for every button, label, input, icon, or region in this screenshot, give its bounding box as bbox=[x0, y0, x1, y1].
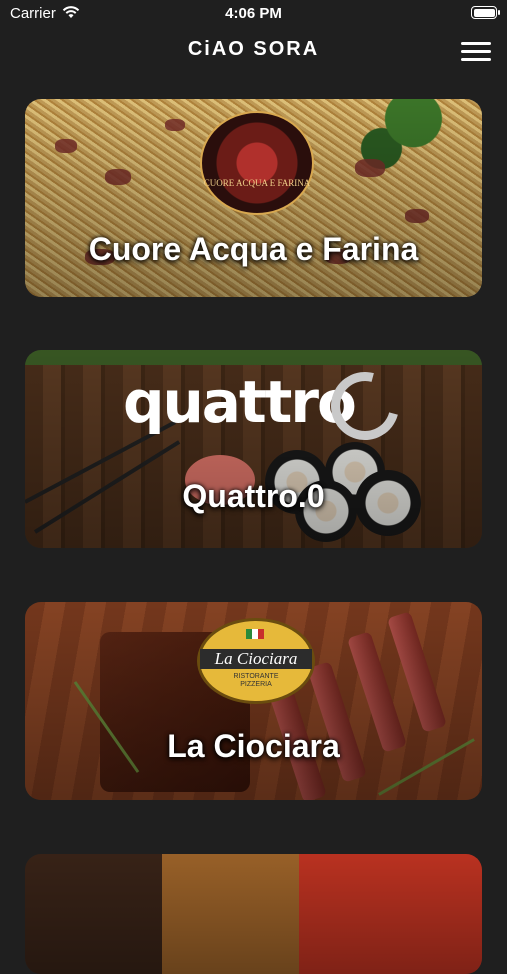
nav-bar: CiAO SORA bbox=[0, 30, 507, 75]
la-ciociara-logo-subtext: RISTORANTE PIZZERIA bbox=[200, 673, 312, 689]
clock: 4:06 PM bbox=[225, 5, 282, 22]
cuore-logo: CUORE ACQUA E FARINA bbox=[200, 111, 314, 215]
status-bar: Carrier 4:06 PM bbox=[0, 0, 507, 30]
quattro-logo: quattro bbox=[123, 368, 357, 436]
battery-icon bbox=[471, 6, 500, 19]
restaurant-card-la-ciociara[interactable]: La Ciociara RISTORANTE PIZZERIA La Cioci… bbox=[25, 602, 482, 800]
restaurant-name: La Ciociara bbox=[167, 728, 340, 764]
cuore-logo-text: CUORE ACQUA E FARINA bbox=[203, 178, 311, 188]
restaurant-card-partial[interactable] bbox=[25, 854, 482, 974]
app-title: CiAO SORA bbox=[187, 38, 320, 60]
logo-subtext-ristorante: RISTORANTE bbox=[233, 673, 279, 680]
restaurant-name: Cuore Acqua e Farina bbox=[88, 231, 419, 267]
hamburger-menu-icon[interactable] bbox=[461, 42, 491, 64]
la-ciociara-logo-text: La Ciociara bbox=[200, 649, 312, 669]
restaurant-card-quattro[interactable]: quattro Quattro.0 bbox=[25, 350, 482, 548]
la-ciociara-logo: La Ciociara RISTORANTE PIZZERIA bbox=[197, 618, 315, 704]
restaurant-name: Quattro.0 bbox=[182, 478, 325, 514]
logo-subtext-pizzeria: PIZZERIA bbox=[240, 681, 272, 688]
italian-flag-icon bbox=[246, 629, 264, 639]
restaurant-card-cuore-acqua-e-farina[interactable]: CUORE ACQUA E FARINA Cuore Acqua e Farin… bbox=[25, 99, 482, 297]
